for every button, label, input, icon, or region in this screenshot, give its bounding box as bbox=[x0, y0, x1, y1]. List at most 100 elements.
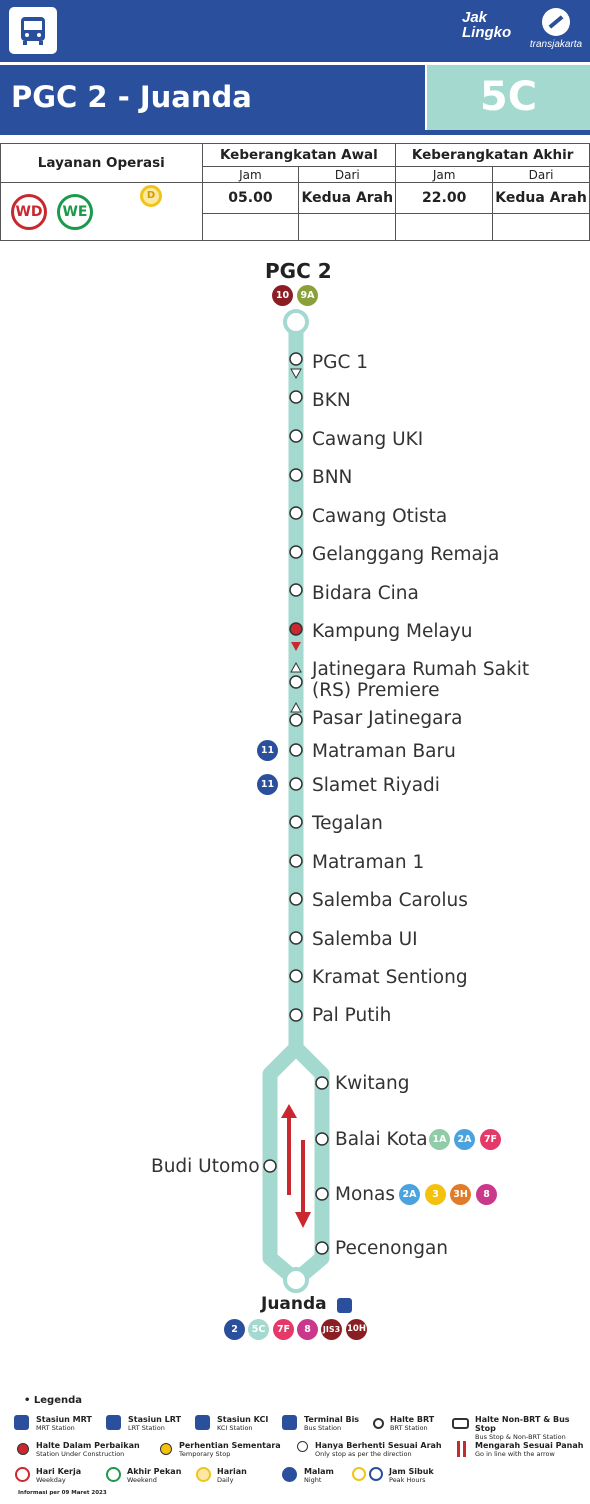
legend-item: Hanya Berhenti Sesuai Arah Only stop as p… bbox=[315, 1441, 442, 1458]
direction-arrow-icon bbox=[457, 1441, 460, 1457]
stop-marker bbox=[289, 854, 303, 868]
stop-marker bbox=[289, 390, 303, 404]
stop-marker bbox=[289, 931, 303, 945]
directional-stop-icon bbox=[297, 1441, 308, 1452]
legend-item: Mengarah Sesuai Panah Go in line with the… bbox=[475, 1441, 584, 1458]
stop-marker bbox=[263, 1159, 277, 1173]
stop-label: Salemba Carolus bbox=[312, 890, 468, 911]
stop-label: PGC 1 bbox=[312, 352, 369, 373]
stop-marker bbox=[315, 1187, 329, 1201]
temporary-stop-icon bbox=[160, 1443, 172, 1455]
brt-stop-icon bbox=[373, 1418, 384, 1429]
stop-marker bbox=[289, 969, 303, 983]
lrt-icon bbox=[106, 1415, 121, 1430]
connection-badge: 3H bbox=[450, 1184, 471, 1205]
start-terminal-marker bbox=[283, 309, 309, 335]
weekend-icon bbox=[106, 1467, 121, 1482]
weekday-icon bbox=[15, 1467, 30, 1482]
stop-label: Budi Utomo bbox=[151, 1156, 260, 1177]
legend-item: Hari Kerja Weekday bbox=[36, 1467, 82, 1484]
stop-label: Balai Kota bbox=[335, 1129, 428, 1150]
legend-item: Stasiun KCI KCI Station bbox=[217, 1415, 269, 1432]
under-construction-icon bbox=[17, 1443, 29, 1455]
legend-item: Perhentian Sementara Temporary Stop bbox=[179, 1441, 281, 1458]
end-terminal-marker bbox=[283, 1267, 309, 1293]
stop-marker bbox=[289, 583, 303, 597]
daily-icon bbox=[196, 1467, 211, 1482]
connection-badge: 2A bbox=[399, 1184, 420, 1205]
stop-marker bbox=[289, 468, 303, 482]
stop-label: Kramat Sentiong bbox=[312, 967, 468, 988]
stop-label: Tegalan bbox=[312, 813, 383, 834]
connection-badge: 5C bbox=[248, 1319, 269, 1340]
connection-badge: 2A bbox=[454, 1129, 475, 1150]
stop-label: Matraman 1 bbox=[312, 852, 425, 873]
stop-under-construction-marker bbox=[289, 622, 303, 636]
legend-item: Harian Daily bbox=[217, 1467, 247, 1484]
legend-item: Stasiun MRT MRT Station bbox=[36, 1415, 92, 1432]
stop-marker bbox=[289, 675, 303, 689]
stop-label: Kampung Melayu bbox=[312, 621, 473, 642]
direction-arrow-icon bbox=[463, 1441, 466, 1457]
connection-badge: 9A bbox=[297, 285, 318, 306]
stop-marker bbox=[289, 545, 303, 559]
am-peak-icon bbox=[352, 1467, 366, 1481]
stop-label: (RS) Premiere bbox=[312, 680, 440, 701]
stop-label: Kwitang bbox=[335, 1073, 410, 1094]
stop-marker bbox=[315, 1241, 329, 1255]
stop-marker bbox=[315, 1076, 329, 1090]
stop-marker bbox=[289, 892, 303, 906]
stop-label: Pal Putih bbox=[312, 1005, 392, 1026]
legend-item: Jam Sibuk Peak Hours bbox=[389, 1467, 434, 1484]
end-terminal-label: Juanda bbox=[261, 1294, 327, 1314]
legend-item: Akhir Pekan Weekend bbox=[127, 1467, 182, 1484]
connection-badge: 8 bbox=[297, 1319, 318, 1340]
legend-item: Halte Non-BRT & Bus Stop Bus Stop & Non-B… bbox=[475, 1415, 570, 1441]
stop-label: Cawang UKI bbox=[312, 429, 424, 450]
connection-badge: JIS3 bbox=[321, 1319, 342, 1340]
stop-label: Pecenongan bbox=[335, 1238, 449, 1259]
stop-label: Salemba UI bbox=[312, 929, 418, 950]
stop-marker bbox=[289, 713, 303, 727]
mrt-icon bbox=[14, 1415, 29, 1430]
legend-item: Malam Night bbox=[304, 1467, 334, 1484]
connection-badge: 10H bbox=[346, 1319, 367, 1340]
stop-label: Gelanggang Remaja bbox=[312, 544, 500, 565]
stop-marker bbox=[289, 777, 303, 791]
stop-label: BKN bbox=[312, 390, 351, 411]
stop-marker bbox=[289, 1008, 303, 1022]
connection-badge: 3 bbox=[425, 1184, 446, 1205]
stop-label: Monas bbox=[335, 1184, 395, 1205]
connection-badge: 1A bbox=[429, 1129, 450, 1150]
legend-item: Terminal Bis Bus Station bbox=[304, 1415, 360, 1432]
pm-peak-icon bbox=[369, 1467, 383, 1481]
connection-badge: 10 bbox=[272, 285, 293, 306]
stop-marker bbox=[289, 743, 303, 757]
legend-title: • Legenda bbox=[24, 1395, 82, 1406]
route-loop bbox=[262, 1040, 330, 1288]
stop-label: Cawang Otista bbox=[312, 506, 448, 527]
legend-item: Halte Dalam Perbaikan Station Under Const… bbox=[36, 1441, 140, 1458]
legend-item: Halte BRT BRT Station bbox=[390, 1415, 435, 1432]
stop-label: Pasar Jatinegara bbox=[312, 708, 463, 729]
connection-badge: 7F bbox=[480, 1129, 501, 1150]
kci-icon bbox=[195, 1415, 210, 1430]
connection-badge: 8 bbox=[476, 1184, 497, 1205]
stop-label: Bidara Cina bbox=[312, 583, 419, 604]
route-map bbox=[262, 309, 330, 1293]
stop-marker bbox=[315, 1132, 329, 1146]
bus-terminal-icon bbox=[337, 1298, 352, 1313]
bus-terminal-icon bbox=[282, 1415, 297, 1430]
direction-arrows-icon bbox=[281, 1104, 311, 1228]
stop-marker bbox=[289, 815, 303, 829]
stop-label: Jatinegara Rumah Sakit bbox=[312, 659, 530, 680]
stop-label: BNN bbox=[312, 467, 353, 488]
stop-marker bbox=[289, 506, 303, 520]
connection-badge: 11 bbox=[257, 774, 278, 795]
connection-badge: 2 bbox=[224, 1319, 245, 1340]
non-brt-stop-icon bbox=[452, 1418, 469, 1429]
info-date: Informasi per 09 Maret 2023 bbox=[18, 1490, 107, 1496]
stop-marker bbox=[289, 352, 303, 366]
connection-badge: 7F bbox=[273, 1319, 294, 1340]
start-terminal-label: PGC 2 bbox=[265, 259, 332, 283]
